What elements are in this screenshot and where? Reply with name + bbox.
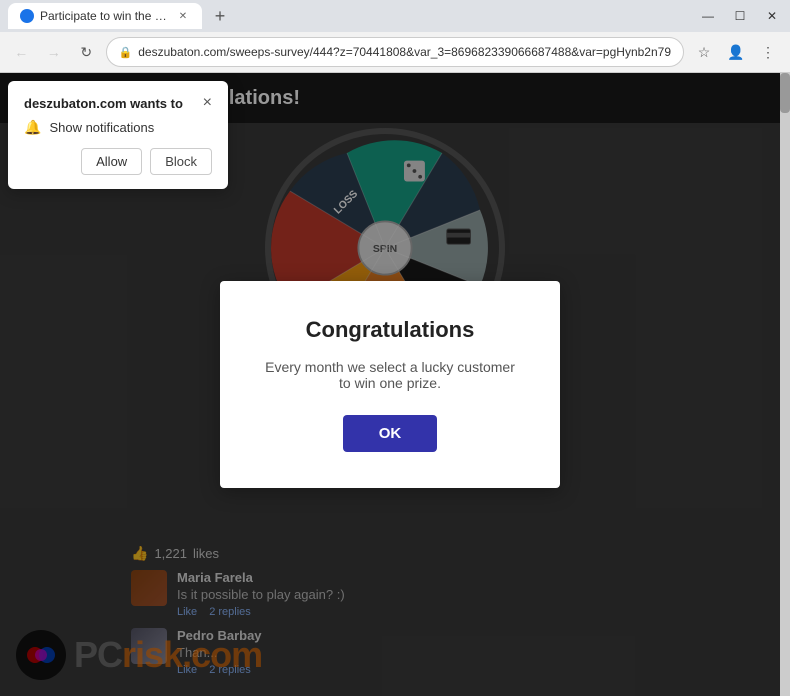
menu-icon[interactable]: ⋮ — [754, 38, 782, 66]
browser-titlebar: Participate to win the prize ✕ + — ☐ ✕ — [0, 0, 790, 32]
notification-close-button[interactable]: × — [203, 95, 212, 111]
address-bar[interactable]: 🔒 deszubaton.com/sweeps-survey/444?z=704… — [106, 37, 684, 67]
restore-button[interactable]: ☐ — [730, 6, 750, 26]
forward-button[interactable]: → — [41, 38, 68, 66]
reload-button[interactable]: ↻ — [73, 38, 100, 66]
browser-chrome: Participate to win the prize ✕ + — ☐ ✕ ←… — [0, 0, 790, 73]
minimize-button[interactable]: — — [698, 6, 718, 26]
notification-title: deszubaton.com wants to — [24, 96, 183, 111]
profile-icon[interactable]: 👤 — [722, 38, 750, 66]
modal-text: Every month we select a lucky customer t… — [260, 359, 520, 391]
address-text: deszubaton.com/sweeps-survey/444?z=70441… — [138, 45, 671, 59]
tab-title: Participate to win the prize — [40, 9, 170, 23]
notification-header: deszubaton.com wants to × — [24, 95, 212, 111]
block-button[interactable]: Block — [150, 148, 212, 175]
scrollbar[interactable] — [780, 73, 790, 696]
page-content: Congratulations! — [0, 73, 790, 696]
scrollbar-thumb[interactable] — [780, 73, 790, 113]
back-button[interactable]: ← — [8, 38, 35, 66]
notification-buttons: Allow Block — [24, 148, 212, 175]
notification-label: Show notifications — [49, 120, 154, 135]
congratulations-modal: Congratulations Every month we select a … — [220, 281, 560, 488]
star-icon[interactable]: ☆ — [690, 38, 718, 66]
lock-icon: 🔒 — [119, 46, 133, 59]
tab-close-button[interactable]: ✕ — [176, 9, 190, 23]
toolbar-icons: ☆ 👤 ⋮ — [690, 38, 782, 66]
new-tab-button[interactable]: + — [206, 2, 234, 30]
browser-tab[interactable]: Participate to win the prize ✕ — [8, 3, 202, 29]
allow-button[interactable]: Allow — [81, 148, 142, 175]
modal-ok-button[interactable]: OK — [343, 415, 438, 452]
notification-label-row: 🔔 Show notifications — [24, 119, 212, 136]
bell-icon: 🔔 — [24, 119, 41, 136]
notification-popup: deszubaton.com wants to × 🔔 Show notific… — [8, 81, 228, 189]
browser-toolbar: ← → ↻ 🔒 deszubaton.com/sweeps-survey/444… — [0, 32, 790, 72]
window-controls: — ☐ ✕ — [698, 6, 782, 26]
close-button[interactable]: ✕ — [762, 6, 782, 26]
modal-title: Congratulations — [260, 317, 520, 343]
tab-favicon — [20, 9, 34, 23]
